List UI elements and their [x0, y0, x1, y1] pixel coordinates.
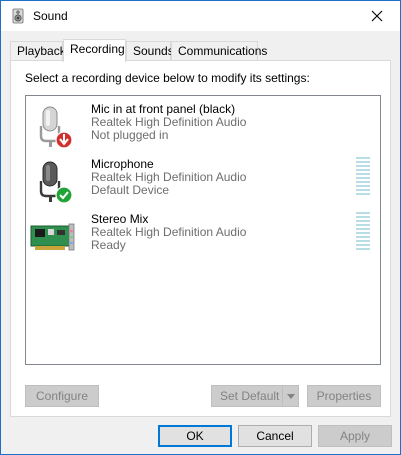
device-driver: Realtek High Definition Audio — [91, 115, 247, 129]
apply-button[interactable]: Apply — [318, 425, 392, 447]
device-name: Mic in at front panel (black) — [91, 102, 236, 116]
close-icon — [371, 10, 383, 22]
meter-segment — [356, 185, 370, 187]
red-down-arrow-badge — [55, 131, 73, 149]
device-driver: Realtek High Definition Audio — [91, 170, 247, 184]
tab-playback[interactable]: Playback — [10, 41, 66, 61]
meter-segment — [356, 228, 370, 230]
meter-segment — [356, 216, 370, 218]
green-check-badge — [55, 186, 73, 204]
instruction-text: Select a recording device below to modif… — [25, 71, 310, 85]
meter-segment — [356, 240, 370, 242]
set-default-label: Set Default — [220, 389, 280, 403]
recording-panel: Select a recording device below to modif… — [10, 60, 391, 417]
device-name: Stereo Mix — [91, 212, 149, 226]
device-driver: Realtek High Definition Audio — [91, 225, 247, 239]
speaker-icon — [12, 8, 24, 24]
device-status: Default Device — [91, 183, 170, 197]
meter-segment — [356, 181, 370, 183]
meter-segment — [356, 189, 370, 191]
level-meter — [356, 212, 370, 250]
list-item-microphone[interactable]: Microphone Realtek High Definition Audio… — [26, 153, 380, 205]
list-item-stereo-mix[interactable]: Stereo Mix Realtek High Definition Audio… — [26, 208, 380, 260]
window-title: Sound — [33, 9, 68, 23]
title-bar[interactable]: Sound — [1, 1, 400, 31]
meter-segment — [356, 161, 370, 163]
sound-card-icon — [30, 223, 75, 251]
list-item-mic-front-panel[interactable]: Mic in at front panel (black) Realtek Hi… — [26, 98, 380, 150]
tab-communications[interactable]: Communications — [171, 41, 267, 61]
meter-segment — [356, 232, 370, 234]
device-status: Not plugged in — [91, 128, 169, 142]
device-status: Ready — [91, 238, 126, 252]
microphone-icon — [39, 161, 73, 204]
tab-sounds[interactable]: Sounds — [126, 41, 174, 61]
meter-segment — [356, 193, 370, 195]
meter-segment — [356, 236, 370, 238]
close-button[interactable] — [354, 1, 400, 31]
meter-segment — [356, 212, 370, 214]
meter-segment — [356, 224, 370, 226]
ok-button[interactable]: OK — [158, 425, 232, 447]
meter-segment — [356, 165, 370, 167]
meter-segment — [356, 220, 370, 222]
meter-segment — [356, 169, 370, 171]
meter-segment — [356, 244, 370, 246]
set-default-button[interactable]: Set Default — [211, 385, 299, 407]
tab-recording[interactable]: Recording — [63, 39, 126, 62]
microphone-icon — [39, 106, 73, 149]
meter-segment — [356, 248, 370, 250]
meter-segment — [356, 177, 370, 179]
sound-dialog: Sound Playback Recording Sounds Communic… — [0, 0, 401, 455]
cancel-button[interactable]: Cancel — [238, 425, 312, 447]
configure-button[interactable]: Configure — [25, 385, 99, 407]
device-name: Microphone — [91, 157, 154, 171]
chevron-down-icon — [286, 393, 295, 399]
meter-segment — [356, 173, 370, 175]
meter-segment — [356, 157, 370, 159]
level-meter — [356, 157, 370, 195]
device-list[interactable]: Mic in at front panel (black) Realtek Hi… — [25, 95, 381, 365]
set-default-dropdown[interactable] — [282, 386, 298, 406]
properties-button[interactable]: Properties — [307, 385, 381, 407]
